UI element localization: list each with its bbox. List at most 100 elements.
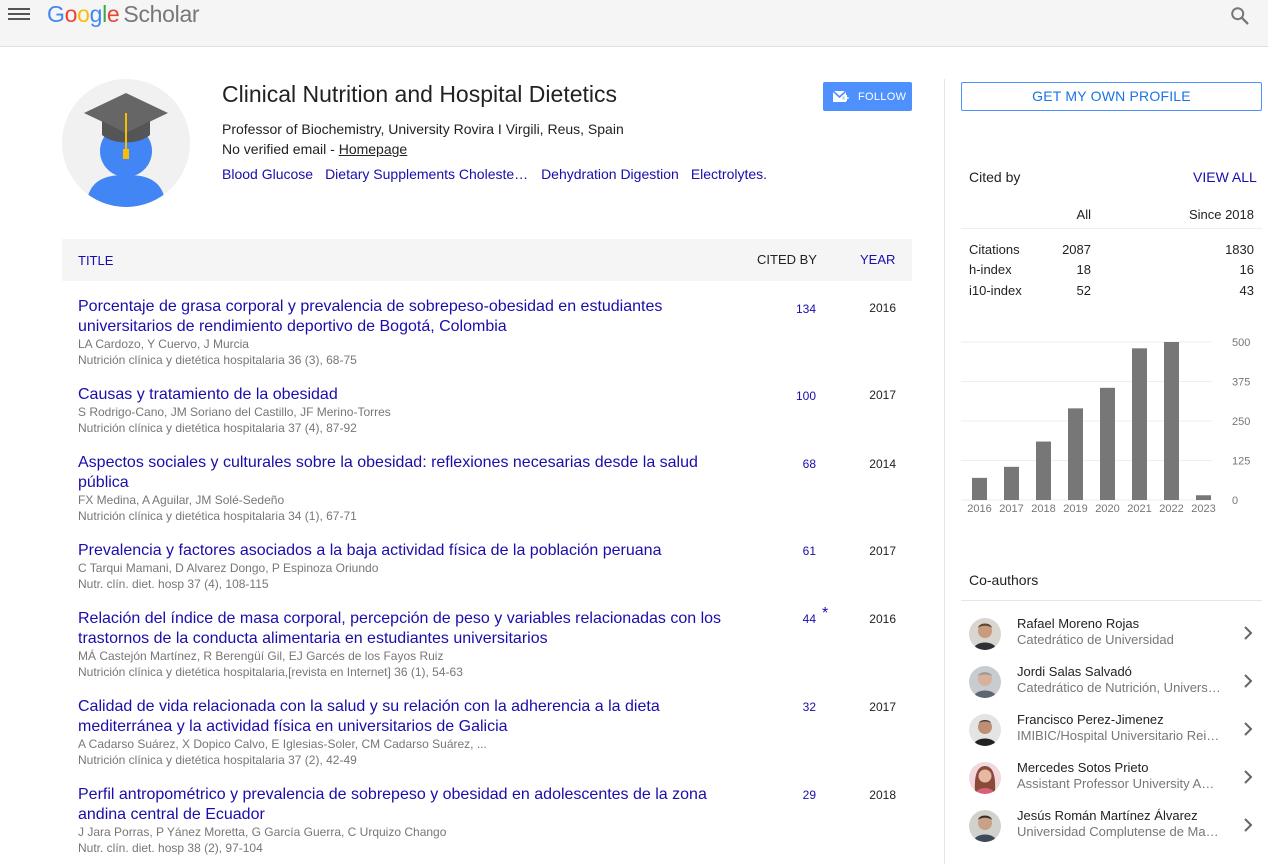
coauthor-avatar (969, 618, 1001, 650)
coauthor-name: Mercedes Sotos Prieto (1017, 760, 1149, 775)
sort-by-cited[interactable]: CITED BY (757, 252, 817, 267)
stats-header: All Since 2018 (961, 203, 1262, 229)
chart-y-tick-label: 500 (1232, 337, 1250, 349)
chevron-right-icon (1244, 722, 1253, 736)
sort-by-year[interactable]: YEAR (860, 252, 895, 267)
chevron-right-icon (1244, 770, 1253, 784)
chart-bar[interactable] (1068, 408, 1083, 500)
coauthor-affiliation: Universidad Complutense de Madrid (1017, 824, 1221, 839)
coauthor-affiliation: IMIBIC/Hospital Universitario Reina Sofi… (1017, 728, 1221, 743)
homepage-link[interactable]: Homepage (339, 141, 408, 157)
article-title[interactable]: Perfil antropométrico y prevalencia de s… (78, 785, 738, 825)
coauthor-name: Francisco Perez-Jimenez (1017, 712, 1164, 727)
coauthor-item[interactable]: Francisco Perez-Jimenez IMIBIC/Hospital … (961, 705, 1262, 753)
profile-avatar (62, 79, 190, 207)
stat-row: i10-index 52 43 (961, 283, 1262, 303)
coauthor-item[interactable]: Rafael Moreno Rojas Catedrático de Unive… (961, 609, 1262, 657)
profile-name: Clinical Nutrition and Hospital Dietetic… (222, 81, 617, 107)
coauthor-affiliation: Catedrático de Universidad (1017, 632, 1174, 647)
stat-label: h-index (969, 262, 1012, 277)
stat-all: 52 (1076, 283, 1091, 298)
chart-bar[interactable] (1036, 441, 1051, 500)
articles-table-header: TITLE CITED BY YEAR (62, 239, 912, 281)
chart-y-tick-label: 375 (1232, 377, 1250, 389)
article-title[interactable]: Prevalencia y factores asociados a la ba… (78, 541, 738, 561)
cited-by-count[interactable]: 68 (758, 457, 816, 471)
profile-affiliation: Professor of Biochemistry, University Ro… (222, 121, 624, 137)
hamburger-menu-icon[interactable] (8, 5, 30, 23)
chart-bar[interactable] (1164, 342, 1179, 500)
chart-bar[interactable] (1100, 387, 1115, 500)
google-scholar-logo[interactable]: Google Scholar (47, 1, 200, 28)
stat-label: i10-index (969, 283, 1022, 298)
cited-by-count[interactable]: 100 (758, 389, 816, 403)
chart-y-tick-label: 250 (1232, 416, 1250, 428)
chart-x-tick-label: 2017 (999, 503, 1023, 515)
cited-by-count[interactable]: 134 (758, 302, 816, 316)
cited-by-heading: Cited by (969, 169, 1021, 185)
coauthor-name: Jesús Román Martínez Álvarez (1017, 808, 1198, 823)
article-authors: J Jara Porras, P Yánez Moretta, G García… (78, 825, 447, 839)
interest-link[interactable]: Blood Glucose (222, 166, 313, 182)
coauthor-item[interactable]: Mercedes Sotos Prieto Assistant Professo… (961, 753, 1262, 801)
article-authors: S Rodrigo-Cano, JM Soriano del Castillo,… (78, 405, 391, 419)
article-year: 2016 (869, 301, 896, 315)
coauthor-avatar (969, 810, 1001, 842)
article-year: 2018 (869, 788, 896, 802)
article-title[interactable]: Aspectos sociales y culturales sobre la … (78, 453, 738, 493)
citations-per-year-chart: 500 375 250 125 0 2016 2017 2018 2019 2020 2021 202… (961, 337, 1250, 515)
chart-y-tick-label: 0 (1232, 495, 1238, 507)
cited-by-count[interactable]: 32 (758, 700, 816, 714)
coauthor-affiliation: Catedrático de Nutrición, Universitat Ro… (1017, 680, 1221, 695)
coauthor-item[interactable]: Jesús Román Martínez Álvarez Universidad… (961, 801, 1262, 849)
stat-since: 16 (1239, 262, 1254, 277)
stat-all: 18 (1076, 262, 1091, 277)
chart-bar[interactable] (1132, 348, 1147, 500)
cited-by-count[interactable]: 61 (758, 544, 816, 558)
merged-citations-star: * (822, 605, 829, 622)
profile-email: No verified email - Homepage (222, 141, 408, 157)
chart-bar[interactable] (972, 477, 987, 500)
article-year: 2017 (869, 544, 896, 558)
search-icon[interactable] (1229, 5, 1251, 27)
article-venue: Nutrición clínica y dietética hospitalar… (78, 353, 357, 367)
coauthor-item[interactable]: Jordi Salas Salvadó Catedrático de Nutri… (961, 657, 1262, 705)
get-my-own-profile-button[interactable]: GET MY OWN PROFILE (961, 82, 1262, 111)
chart-bar[interactable] (1004, 466, 1019, 500)
view-all-link[interactable]: VIEW ALL (1193, 169, 1257, 185)
article-title[interactable]: Relación del índice de masa corporal, pe… (78, 609, 738, 649)
article-authors: FX Medina, A Aguilar, JM Solé-Sedeño (78, 493, 285, 507)
chart-x-tick-label: 2023 (1191, 503, 1215, 515)
stat-all: 2087 (1062, 242, 1091, 257)
coauthor-avatar (969, 714, 1001, 746)
sidebar-divider (944, 79, 945, 864)
chart-bar[interactable] (1196, 495, 1211, 500)
coauthor-name: Rafael Moreno Rojas (1017, 616, 1140, 631)
cited-by-count[interactable]: 44 (758, 612, 816, 626)
mail-icon (832, 89, 850, 102)
sort-by-title[interactable]: TITLE (78, 253, 113, 268)
chevron-right-icon (1244, 626, 1253, 640)
article-venue: Nutr. clín. diet. hosp 37 (4), 108-115 (78, 577, 269, 591)
coauthor-affiliation: Assistant Professor University Autónoma … (1017, 776, 1221, 791)
article-authors: MÁ Castejón Martínez, R Berengüí Gil, EJ… (78, 649, 444, 663)
article-title[interactable]: Porcentaje de grasa corporal y prevalenc… (78, 297, 738, 337)
coauthors-divider (961, 600, 1262, 601)
coauthors-heading: Co-authors (969, 572, 1039, 588)
article-venue: Nutrición clínica y dietética hospitalar… (78, 421, 357, 435)
chart-x-tick-label: 2016 (967, 503, 991, 515)
research-interests: Blood Glucose Dietary Supplements Cholest… (222, 166, 779, 182)
article-venue: Nutrición clínica y dietética hospitalar… (78, 509, 357, 523)
stats-col-since: Since 2018 (1188, 207, 1254, 222)
article-title[interactable]: Calidad de vida relacionada con la salud… (78, 697, 738, 737)
interest-link[interactable]: Dietary Supplements Cholesterol (325, 166, 529, 182)
stat-row: Citations 2087 1830 (961, 242, 1262, 262)
chevron-right-icon (1244, 818, 1253, 832)
coauthor-avatar (969, 666, 1001, 698)
article-title[interactable]: Causas y tratamiento de la obesidad (78, 385, 738, 405)
follow-button[interactable]: FOLLOW (823, 82, 912, 111)
interest-link[interactable]: Dehydration Digestion (541, 166, 679, 182)
cited-by-count[interactable]: 29 (758, 788, 816, 802)
article-year: 2016 (869, 612, 896, 626)
interest-link[interactable]: Electrolytes. (691, 166, 767, 182)
